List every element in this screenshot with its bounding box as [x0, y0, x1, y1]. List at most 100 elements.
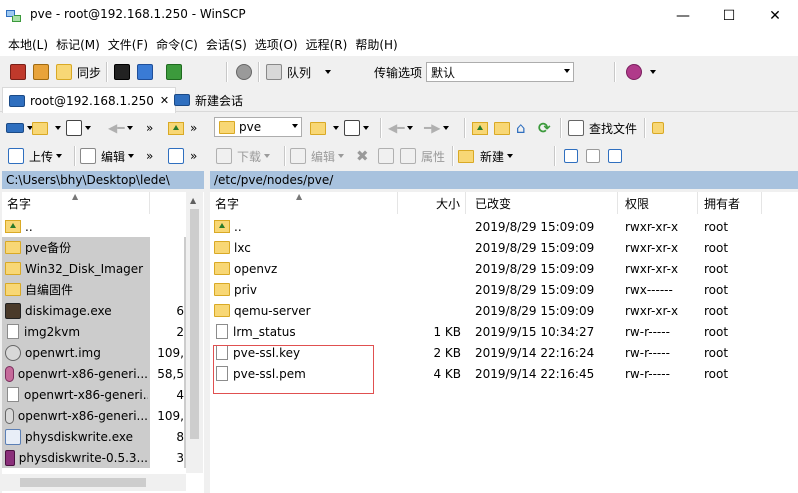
menu-options[interactable]: 选项(O): [251, 36, 302, 53]
local-horizontal-scrollbar[interactable]: [2, 474, 186, 491]
minimize-button[interactable]: —: [660, 0, 706, 32]
remote-filter-button[interactable]: [344, 119, 369, 137]
menu-help[interactable]: 帮助(H): [351, 36, 401, 53]
preferences-button[interactable]: [236, 63, 252, 81]
properties-icon: [400, 148, 416, 164]
remote-column-owner[interactable]: 拥有者: [698, 192, 762, 214]
local-edit-button[interactable]: 编辑: [80, 147, 135, 165]
upload-icon: [8, 148, 24, 164]
remote-edit-button[interactable]: 编辑: [290, 147, 345, 165]
remote-file-list[interactable]: 名字 ▲ 大小 已改变 权限 拥有者 .. 2019/8/29 15:09:09 r…: [210, 192, 798, 493]
menu-commands[interactable]: 命令(C): [152, 36, 202, 53]
putty-button[interactable]: [137, 63, 153, 81]
download-icon: [216, 148, 232, 164]
remote-root-dir-button[interactable]: [494, 119, 514, 137]
find-files-button[interactable]: 查找文件: [568, 119, 637, 137]
arrow-left-icon: ◀━: [108, 121, 125, 135]
remote-back-button[interactable]: ◀━: [388, 119, 414, 137]
compare-directories-button[interactable]: [10, 63, 26, 81]
local-vertical-scrollbar[interactable]: ▲: [186, 192, 203, 473]
transfer-options-select[interactable]: 默认: [426, 62, 574, 82]
select-all-button[interactable]: [564, 147, 578, 165]
table-row[interactable]: openwrt-x86-generi... 58,5: [2, 363, 186, 384]
file-changed: 2019/9/14 22:16:45: [475, 366, 595, 381]
preferences-sync-button[interactable]: [166, 63, 182, 81]
local-path-bar[interactable]: C:\Users\bhy\Desktop\lede\: [2, 171, 204, 189]
menu-mark[interactable]: 标记(M): [52, 36, 104, 53]
local-hscroll-thumb[interactable]: [20, 478, 146, 487]
remote-open-folder-button[interactable]: [310, 119, 339, 137]
menu-remote[interactable]: 远程(R): [302, 36, 352, 53]
remote-forward-button[interactable]: ━▶: [424, 119, 450, 137]
menu-local[interactable]: 本地(L): [4, 36, 52, 53]
file-name: lrm_status: [233, 324, 296, 339]
table-row[interactable]: openwrt-x86-generi... 109,: [2, 405, 186, 426]
local-new-button[interactable]: [168, 147, 184, 165]
local-drive-select[interactable]: [6, 119, 33, 137]
table-row[interactable]: openwrt-x86-generi... 4: [2, 384, 186, 405]
toolbar-separator: [106, 62, 108, 82]
table-row[interactable]: ..: [2, 216, 186, 237]
tab-new-session[interactable]: 新建会话: [168, 88, 249, 112]
local-open-folder-button[interactable]: [32, 119, 61, 137]
local-back-button[interactable]: ◀━: [108, 119, 134, 137]
file-owner: root: [704, 240, 729, 255]
table-row[interactable]: pve备份: [2, 237, 186, 258]
remote-home-button[interactable]: ⌂: [516, 119, 526, 137]
local-file-list[interactable]: 名字 ▲ .. pve备份 Win32_Disk_Imager 自编固件 diskima…: [2, 192, 204, 493]
close-button[interactable]: ✕: [752, 0, 798, 32]
queue-button[interactable]: 队列: [266, 63, 332, 81]
local-scroll-thumb[interactable]: [190, 209, 199, 439]
scroll-up-icon[interactable]: ▲: [190, 196, 196, 205]
synchronize-browsing-button[interactable]: [33, 63, 49, 81]
local-parent-dir-button[interactable]: [168, 119, 188, 137]
local-more-button-3[interactable]: »: [146, 147, 153, 165]
new-button[interactable]: 新建: [458, 147, 514, 165]
chevron-down-icon: [338, 154, 345, 158]
filter-select-button[interactable]: [608, 147, 622, 165]
remote-refresh-button[interactable]: ⟳: [538, 119, 551, 137]
menu-file[interactable]: 文件(F): [104, 36, 152, 53]
menu-session[interactable]: 会话(S): [202, 36, 251, 53]
plus-icon: [168, 148, 184, 164]
maximize-button[interactable]: ☐: [706, 0, 752, 32]
table-row[interactable]: img2kvm 2: [2, 321, 186, 342]
local-more-button-4[interactable]: »: [190, 147, 197, 165]
table-row[interactable]: 自编固件: [2, 279, 186, 300]
properties-button[interactable]: 属性: [400, 147, 445, 165]
table-row[interactable]: Win32_Disk_Imager: [2, 258, 186, 279]
local-column-size[interactable]: [150, 192, 186, 214]
table-row[interactable]: lrm_status 1 KB 2019/9/15 10:34:27 rw-r----…: [210, 321, 762, 342]
remote-column-name[interactable]: 名字: [210, 192, 398, 214]
remote-tree-button[interactable]: [652, 119, 664, 137]
remote-column-changed[interactable]: 已改变: [466, 192, 618, 214]
table-row[interactable]: openvz 2019/8/29 15:09:09 rwxr-xr-x root: [210, 258, 762, 279]
local-more-button-2[interactable]: »: [190, 119, 197, 137]
table-row[interactable]: qemu-server 2019/8/29 15:09:09 rwxr-xr-x ro…: [210, 300, 762, 321]
open-terminal-button[interactable]: [114, 63, 130, 81]
rename-button[interactable]: [378, 147, 394, 165]
table-row[interactable]: lxc 2019/8/29 15:09:09 rwxr-xr-x root: [210, 237, 762, 258]
tab-session[interactable]: root@192.168.1.250 ✕: [2, 87, 177, 113]
table-row[interactable]: physdiskwrite-0.5.3... 3: [2, 447, 186, 468]
remote-path-bar[interactable]: /etc/pve/nodes/pve/: [210, 171, 798, 189]
chevron-down-icon: [55, 126, 61, 130]
upload-button[interactable]: 上传: [8, 147, 63, 165]
folder-icon: [219, 120, 235, 134]
remote-dir-select[interactable]: pve: [214, 117, 302, 137]
remote-parent-dir-button[interactable]: [472, 119, 492, 137]
synchronize-button[interactable]: 同步: [56, 63, 101, 81]
unselect-button[interactable]: [586, 147, 600, 165]
remote-column-rights[interactable]: 权限: [618, 192, 698, 214]
remote-column-size[interactable]: 大小: [398, 192, 466, 214]
table-row[interactable]: physdiskwrite.exe 8: [2, 426, 186, 447]
network-button[interactable]: [626, 63, 656, 81]
local-filter-button[interactable]: [66, 119, 91, 137]
table-row[interactable]: openwrt.img 109,: [2, 342, 186, 363]
delete-button[interactable]: ✖: [356, 147, 369, 165]
download-button[interactable]: 下载: [216, 147, 271, 165]
table-row[interactable]: priv 2019/8/29 15:09:09 rwx------ root: [210, 279, 762, 300]
table-row[interactable]: .. 2019/8/29 15:09:09 rwxr-xr-x root: [210, 216, 762, 237]
table-row[interactable]: diskimage.exe 6: [2, 300, 186, 321]
local-more-button[interactable]: »: [146, 119, 153, 137]
